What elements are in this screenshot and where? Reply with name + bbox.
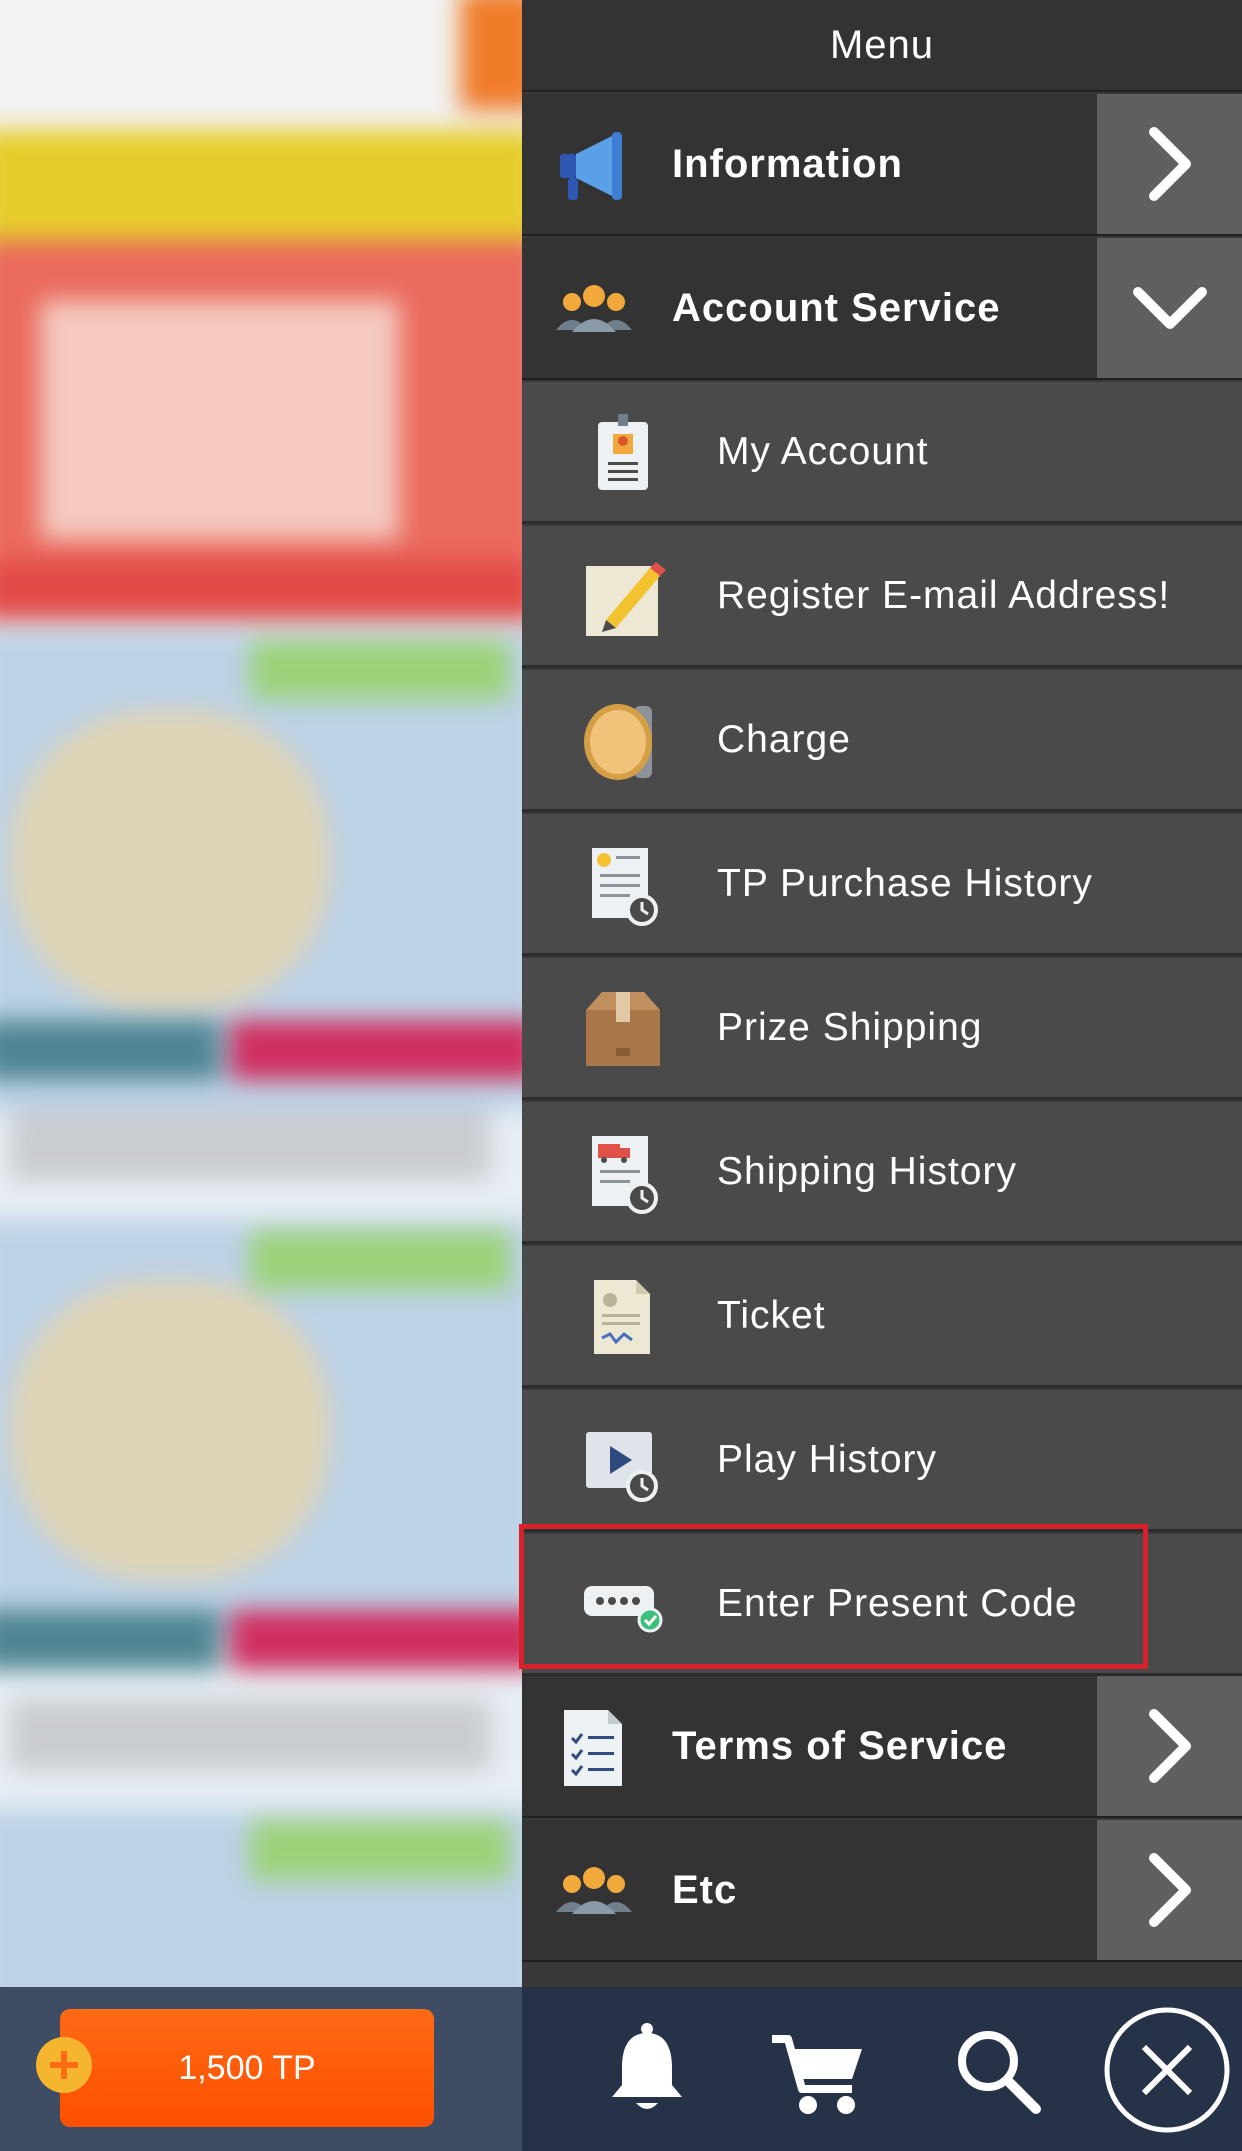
chevron-down-icon[interactable] — [1097, 238, 1242, 378]
id-badge-icon — [580, 410, 666, 496]
background-page — [0, 0, 522, 1987]
menu-item-register-email[interactable]: Register E-mail Address! — [522, 526, 1242, 668]
chevron-right-icon[interactable] — [1097, 1820, 1242, 1960]
menu-title: Menu — [522, 0, 1242, 92]
code-entry-icon — [580, 1562, 666, 1648]
menu-item-label: Shipping History — [717, 1149, 1017, 1193]
menu-section-terms[interactable]: Terms of Service — [522, 1676, 1242, 1818]
users-group-icon — [552, 1850, 636, 1934]
information-label: Information — [672, 141, 903, 186]
menu-item-charge[interactable]: Charge — [522, 670, 1242, 812]
menu-section-etc[interactable]: Etc — [522, 1820, 1242, 1962]
menu-item-label: Prize Shipping — [717, 1005, 983, 1049]
close-icon[interactable] — [1102, 2005, 1232, 2135]
terms-label: Terms of Service — [672, 1723, 1008, 1768]
coin-icon — [580, 698, 666, 784]
box-icon — [580, 986, 666, 1072]
receipt-history-icon — [580, 842, 666, 928]
menu-item-label: Register E-mail Address! — [717, 573, 1171, 617]
menu-item-label: Charge — [717, 717, 851, 761]
menu-item-enter-present-code[interactable]: Enter Present Code — [522, 1534, 1242, 1676]
etc-label: Etc — [672, 1867, 738, 1912]
menu-item-my-account[interactable]: My Account — [522, 382, 1242, 524]
users-group-icon — [552, 268, 636, 352]
side-menu: Menu Information Account Service My Acco… — [522, 0, 1242, 1987]
bottom-toolbar — [522, 1987, 1242, 2151]
menu-item-label: My Account — [717, 429, 929, 473]
play-history-icon — [580, 1418, 666, 1504]
chevron-right-icon[interactable] — [1097, 1676, 1242, 1816]
menu-item-play-history[interactable]: Play History — [522, 1390, 1242, 1532]
menu-item-ticket[interactable]: Ticket — [522, 1246, 1242, 1388]
account-service-label: Account Service — [672, 285, 1001, 330]
menu-item-prize-shipping[interactable]: Prize Shipping — [522, 958, 1242, 1100]
document-checklist-icon — [552, 1706, 636, 1790]
menu-item-label: Enter Present Code — [717, 1581, 1078, 1625]
tp-balance-button[interactable]: 1,500 TP — [60, 2009, 434, 2127]
truck-history-icon — [580, 1130, 666, 1216]
tp-balance-label: 1,500 TP — [178, 2048, 316, 2087]
cart-icon[interactable] — [764, 2015, 874, 2125]
menu-section-information[interactable]: Information — [522, 94, 1242, 236]
chevron-right-icon[interactable] — [1097, 94, 1242, 234]
menu-item-label: TP Purchase History — [717, 861, 1093, 905]
menu-item-tp-purchase-history[interactable]: TP Purchase History — [522, 814, 1242, 956]
search-icon[interactable] — [942, 2015, 1052, 2125]
menu-item-shipping-history[interactable]: Shipping History — [522, 1102, 1242, 1244]
menu-item-label: Play History — [717, 1437, 938, 1481]
megaphone-icon — [552, 124, 636, 208]
ticket-document-icon — [580, 1274, 666, 1360]
bell-icon[interactable] — [592, 2015, 702, 2125]
menu-item-label: Ticket — [717, 1293, 826, 1337]
pencil-note-icon — [580, 554, 666, 640]
plus-icon[interactable] — [36, 2037, 92, 2093]
menu-section-account-service[interactable]: Account Service — [522, 238, 1242, 380]
